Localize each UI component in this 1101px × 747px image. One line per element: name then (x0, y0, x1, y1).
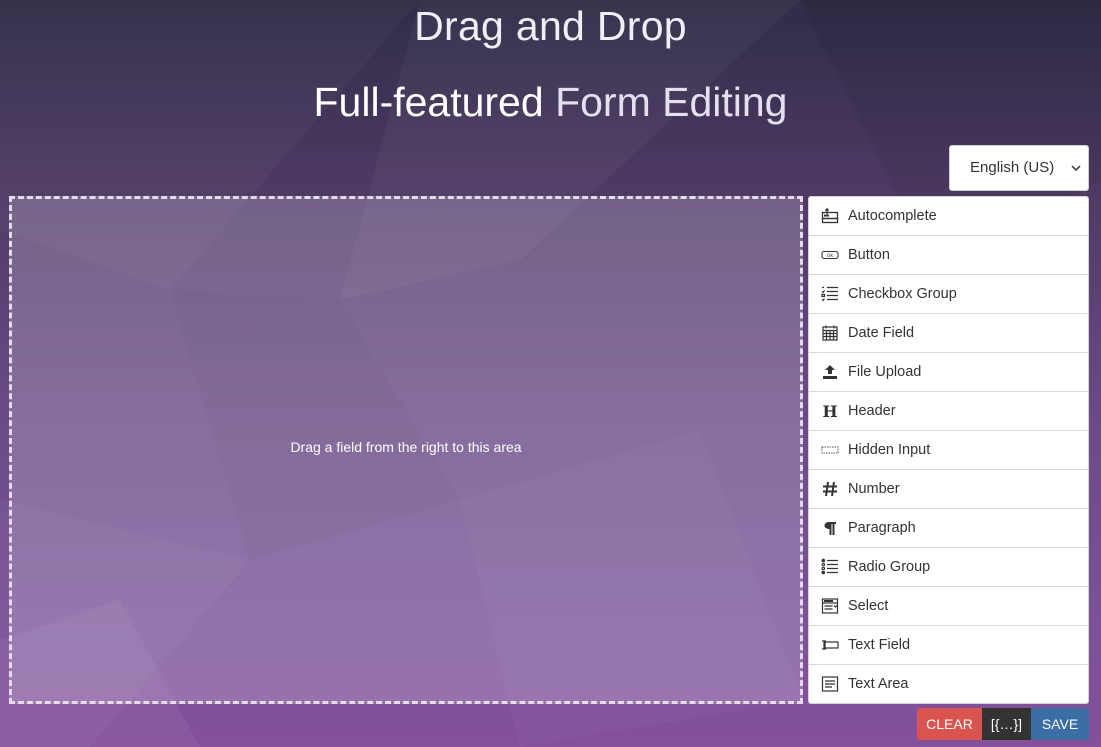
autocomplete-icon (821, 208, 839, 224)
subtitle-strong: Full-featured (313, 79, 544, 125)
control-label: Autocomplete (848, 208, 937, 224)
language-select-value: English (US) (970, 159, 1055, 176)
calendar-icon (822, 325, 838, 341)
svg-text:H: H (822, 402, 837, 420)
control-label: Number (848, 481, 900, 497)
control-label: Header (848, 403, 896, 419)
drop-area-hint: Drag a field from the right to this area (290, 439, 522, 455)
form-drop-area[interactable]: Drag a field from the right to this area (9, 196, 803, 704)
hidden-input-icon (821, 446, 839, 454)
control-text-area[interactable]: Text Area (809, 665, 1088, 703)
text-field-icon (822, 640, 839, 650)
textarea-icon (821, 676, 839, 692)
control-label: Text Area (848, 676, 909, 692)
view-json-button[interactable]: [{…}] (982, 708, 1031, 740)
control-select[interactable]: Select (809, 587, 1088, 626)
control-label: File Upload (848, 364, 922, 380)
control-button[interactable]: OK Button (809, 236, 1088, 275)
control-list: Autocomplete OK Button Checkbox Group Da… (808, 196, 1089, 704)
hash-icon (823, 481, 837, 497)
control-checkbox-group[interactable]: Checkbox Group (809, 275, 1088, 314)
subtitle-light: Form Editing (555, 79, 788, 125)
checkbox-group-icon (821, 286, 838, 302)
control-label: Hidden Input (848, 442, 931, 458)
control-date-field[interactable]: Date Field (809, 314, 1088, 353)
control-label: Text Field (848, 637, 911, 653)
header-icon: H (822, 402, 837, 420)
control-label: Checkbox Group (848, 286, 957, 302)
select-icon (821, 598, 839, 614)
control-autocomplete[interactable]: Autocomplete (809, 197, 1088, 236)
control-number[interactable]: Number (809, 470, 1088, 509)
control-label: Date Field (848, 325, 915, 341)
save-button[interactable]: Save (1031, 708, 1089, 740)
control-label: Radio Group (848, 559, 931, 575)
page-subtitle: Full-featured Form Editing (0, 78, 1101, 126)
chevron-down-icon (1071, 165, 1081, 172)
button-icon: OK (821, 250, 839, 260)
radio-group-icon (821, 558, 838, 575)
control-label: Button (848, 247, 890, 263)
control-hidden-input[interactable]: Hidden Input (809, 431, 1088, 470)
control-label: Select (848, 598, 889, 614)
control-header[interactable]: H Header (809, 392, 1088, 431)
control-paragraph[interactable]: Paragraph (809, 509, 1088, 548)
control-file-upload[interactable]: File Upload (809, 353, 1088, 392)
page-title: Drag and Drop (414, 3, 687, 49)
svg-text:OK: OK (827, 253, 835, 259)
upload-icon (823, 365, 837, 379)
pilcrow-icon (824, 522, 836, 535)
language-select[interactable]: English (US) (949, 145, 1089, 191)
control-text-field[interactable]: Text Field (809, 626, 1088, 665)
control-label: Paragraph (848, 520, 916, 536)
clear-button[interactable]: Clear (917, 708, 982, 740)
control-radio-group[interactable]: Radio Group (809, 548, 1088, 587)
